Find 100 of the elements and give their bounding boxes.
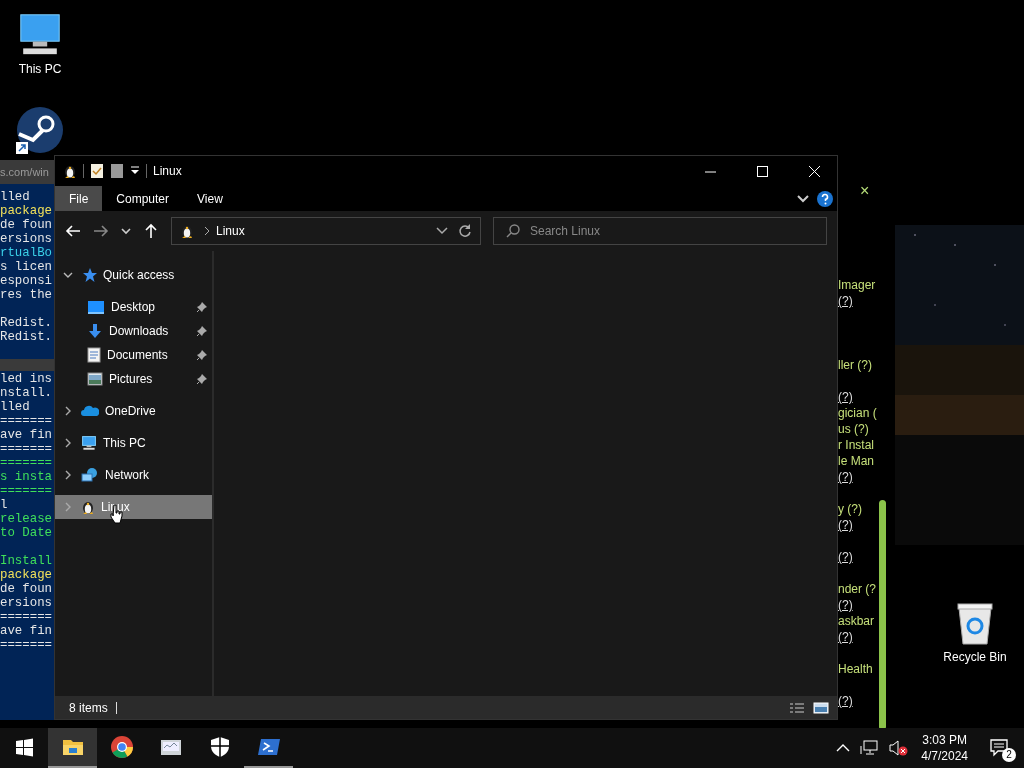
clock-time[interactable]: 3:03 PM [922,732,967,748]
help-link[interactable]: (?) [838,293,877,309]
console-line: ======= [0,414,54,428]
expand-ribbon-icon[interactable] [797,194,809,203]
console-line: s licen [0,260,54,274]
network-icon[interactable] [860,740,879,756]
nav-item[interactable]: Desktop [55,295,212,319]
expand-icon[interactable] [63,406,73,416]
console-line: res the [0,288,54,302]
nav-item[interactable]: Network [55,463,212,487]
console-line: ======= [0,610,54,624]
console-line: Install [0,554,54,568]
refresh-icon[interactable] [458,224,472,238]
desktop-icon [87,299,105,315]
network-icon [81,467,99,483]
list-text: nder (? [838,581,877,597]
show-hidden-icons-icon[interactable] [836,743,851,753]
forward-icon[interactable] [93,223,109,239]
browser-icon [108,734,135,760]
large-icons-view-icon[interactable] [813,701,829,714]
search-field[interactable]: Search Linux [493,217,827,245]
list-text: us (?) [838,421,870,437]
console-line: ======= [0,442,54,456]
help-link[interactable]: (?) [838,517,877,533]
console-line: s insta [0,470,54,484]
icon-label[interactable]: This PC [18,62,62,76]
ribbon-tab[interactable]: Computer [102,186,184,211]
pin-icon[interactable] [196,301,208,313]
pin-icon[interactable] [196,325,208,337]
console-line: ersions [0,596,54,610]
search-icon [506,224,520,238]
list-text: Imager [838,277,877,293]
console-line: ======= [0,484,54,498]
recent-dropdown-icon[interactable] [121,227,131,235]
penguin-icon [63,163,77,179]
cloud-icon [81,404,99,418]
nav-item[interactable]: Quick access [55,263,212,287]
console-line: lled [0,190,31,204]
console-line: release [0,512,54,526]
list-text: gician ( [838,405,877,421]
penguin-icon [81,499,95,515]
console-line: ave fin [0,624,54,638]
nav-item[interactable]: Pictures [55,367,212,391]
console-line: nstall. [0,386,54,400]
help-link[interactable]: (?) [838,693,877,709]
console-line: package [0,568,54,582]
ribbon-tab[interactable]: File [55,186,103,211]
console-line: ======= [0,456,54,470]
maximize-icon [756,165,768,177]
expand-icon[interactable] [63,470,73,480]
help-link[interactable]: (?) [838,389,877,405]
up-icon[interactable] [143,223,159,239]
customize-dropdown-icon[interactable] [130,166,140,176]
scrollbar[interactable] [879,500,886,728]
nav-item[interactable]: Downloads [55,319,212,343]
close-button[interactable]: × [860,182,870,200]
close-icon [808,165,820,177]
console-line: esponsi [0,274,54,288]
pin-icon[interactable] [196,349,208,361]
document-icon [87,347,101,363]
icon-label[interactable]: Recycle Bin [943,650,1007,664]
action-center-button[interactable]: 2 [976,728,1024,768]
penguin-icon [180,223,194,239]
list-text: Health [838,661,874,677]
help-icon[interactable] [817,190,833,207]
console-line: de foun [0,582,54,596]
taskbar-button[interactable] [48,728,97,768]
pictures-icon [87,372,103,386]
list-text: askbar [838,613,876,629]
new-folder-icon[interactable] [110,163,124,179]
app-shortcut-icon[interactable] [15,106,65,156]
download-icon [87,323,103,339]
help-link[interactable]: (?) [838,469,877,485]
collapse-icon[interactable] [63,270,73,280]
nav-item[interactable]: Documents [55,343,212,367]
details-view-icon[interactable] [789,701,805,714]
console-line: rtualBo [0,246,54,260]
console-line: led ins [0,372,54,386]
console-line: l [0,498,9,512]
star-icon [81,267,97,283]
nav-item[interactable]: OneDrive [55,399,212,423]
properties-icon[interactable] [90,163,104,179]
clock-date[interactable]: 4/7/2024 [921,748,968,764]
help-link[interactable]: (?) [838,549,877,565]
nav-item[interactable]: This PC [55,431,212,455]
ribbon-tab[interactable]: View [183,186,237,211]
notification-count: 2 [1002,748,1016,762]
address-bar[interactable]: Linux [171,217,481,245]
search-input[interactable]: Search Linux [528,223,814,239]
help-link[interactable]: (?) [838,597,877,613]
help-link[interactable]: (?) [838,629,877,645]
volume-muted-icon[interactable] [888,740,909,756]
back-icon[interactable] [65,223,81,239]
console-line: package [0,204,54,218]
expand-icon[interactable] [63,438,73,448]
list-text: ller (?) [838,357,873,373]
pin-icon[interactable] [196,373,208,385]
dropdown-icon[interactable] [436,227,448,235]
address-path[interactable]: Linux [216,224,245,238]
recycle-bin-icon[interactable] [955,602,995,646]
